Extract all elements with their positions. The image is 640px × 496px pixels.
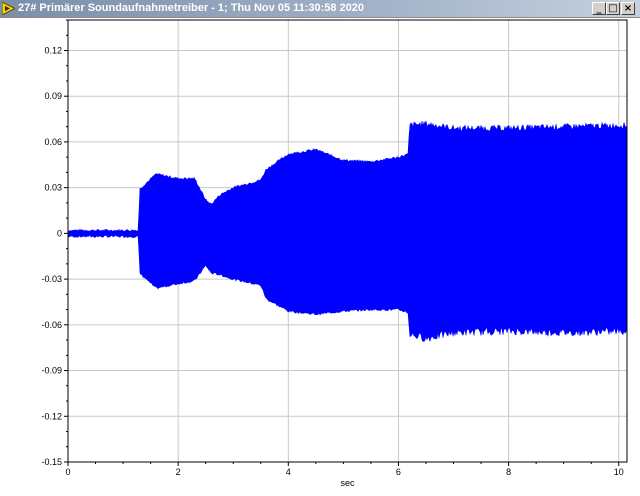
y-tick-label: -0.06 [41, 320, 62, 330]
x-tick-label: 10 [614, 467, 624, 477]
y-tick-label: -0.09 [41, 366, 62, 376]
x-tick-label: 4 [286, 467, 291, 477]
maximize-button[interactable]: □ [606, 2, 620, 15]
y-tick-label: -0.12 [41, 411, 62, 421]
close-button[interactable]: × [621, 2, 635, 15]
y-tick-label: 0.09 [44, 91, 62, 101]
labview-app-icon [2, 2, 15, 15]
y-tick-label: 0 [57, 228, 62, 238]
waveform-chart[interactable]: 0.12 0.09 0.06 0.03 0 -0.03 -0.06 -0.09 -0.12 -0.… [0, 18, 640, 496]
x-axis-ticks: 0 2 4 6 8 10 [65, 462, 624, 477]
minimize-button[interactable]: _ [592, 2, 606, 15]
x-tick-label: 8 [506, 467, 511, 477]
x-tick-label: 2 [176, 467, 181, 477]
waveform-fill [67, 120, 628, 343]
y-tick-label: 0.12 [44, 45, 62, 55]
x-tick-label: 0 [65, 467, 70, 477]
y-axis-ticks: 0.12 0.09 0.06 0.03 0 -0.03 -0.06 -0.09 -0.12 -0.… [41, 19, 68, 467]
y-tick-label: 0.06 [44, 137, 62, 147]
y-tick-label: -0.15 [41, 457, 62, 467]
y-tick-label: 0.03 [44, 183, 62, 193]
x-axis-label: sec [340, 478, 355, 488]
window-titlebar[interactable]: 27# Primärer Soundaufnahmetreiber - 1; T… [0, 0, 640, 18]
y-tick-label: -0.03 [41, 274, 62, 284]
waveform-series [67, 120, 628, 343]
window-title: 27# Primärer Soundaufnahmetreiber - 1; T… [18, 2, 365, 14]
x-tick-label: 6 [396, 467, 401, 477]
